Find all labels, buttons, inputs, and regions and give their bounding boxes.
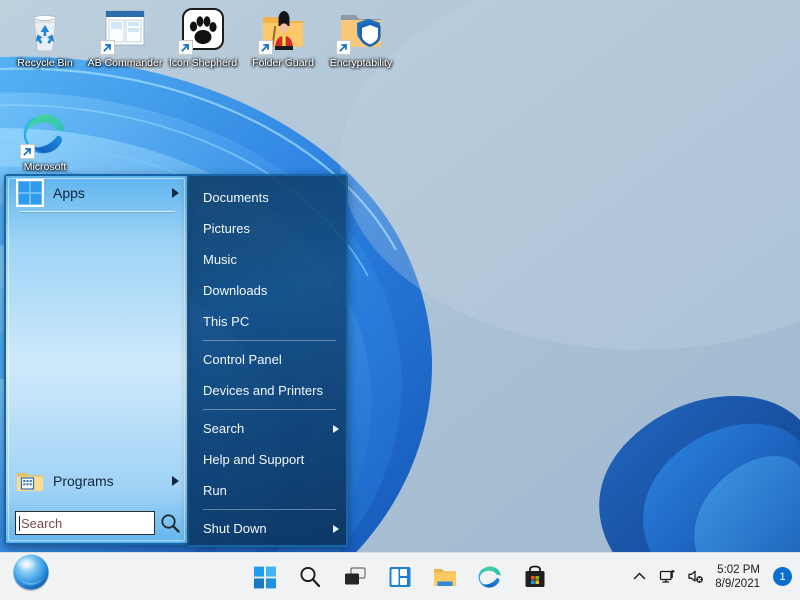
- desktop-icon-recycle-bin[interactable]: Recycle Bin: [4, 6, 86, 69]
- icon-shepherd-icon: [178, 6, 227, 55]
- start-menu-item-this-pc[interactable]: This PC: [189, 306, 346, 337]
- start-menu-item-pictures[interactable]: Pictures: [189, 213, 346, 244]
- start-menu-right-divider: [203, 409, 336, 410]
- desktop-icon-encryptability[interactable]: Encryptability: [320, 6, 402, 69]
- chevron-right-icon: [333, 524, 339, 533]
- desktop-icon-label: Encryptability: [329, 57, 393, 69]
- desktop-icon-label: Recycle Bin: [17, 57, 73, 69]
- start-menu-item-label: Programs: [53, 473, 114, 489]
- shortcut-overlay-icon: [100, 40, 115, 55]
- system-tray: 5:02 PM 8/9/2021 1: [631, 563, 792, 591]
- speaker-muted-icon[interactable]: [687, 568, 704, 585]
- chevron-right-icon: [172, 188, 179, 198]
- desktop-icon-folder-guard[interactable]: Folder Guard: [242, 6, 324, 69]
- start-menu-item-help-and-support[interactable]: Help and Support: [189, 444, 346, 475]
- chevron-right-icon: [172, 476, 179, 486]
- shortcut-overlay-icon: [178, 40, 193, 55]
- start-menu-item-label: Search: [203, 421, 245, 436]
- desktop-icon-microsoft-edge[interactable]: Microsoft: [4, 110, 86, 173]
- taskbar: 5:02 PM 8/9/2021 1: [0, 552, 800, 600]
- start-menu-search-input[interactable]: Search: [15, 511, 155, 535]
- start-menu-item-control-panel[interactable]: Control Panel: [189, 344, 346, 375]
- start-menu-right-pane: Documents Pictures Music Downloads This …: [189, 174, 348, 547]
- start-menu-programs-row: Programs: [6, 464, 187, 498]
- start-menu-item-label: Shut Down: [203, 521, 267, 536]
- taskbar-clock[interactable]: 5:02 PM 8/9/2021: [715, 563, 762, 591]
- search-placeholder: Search: [21, 515, 63, 531]
- desktop-icon-label: Microsoft: [23, 161, 67, 173]
- search-magnifier-icon[interactable]: [159, 512, 181, 534]
- folder-guard-icon: [258, 6, 307, 55]
- notification-badge[interactable]: 1: [773, 567, 792, 586]
- start-menu-item-label: Pictures: [203, 221, 250, 236]
- desktop-icon-label: Folder Guard: [252, 57, 314, 69]
- start-menu-item-apps[interactable]: Apps: [6, 176, 187, 210]
- apps-grid-icon: [16, 179, 44, 207]
- microsoft-store-button[interactable]: [522, 564, 548, 590]
- programs-folder-icon: [16, 467, 44, 495]
- edge-button[interactable]: [477, 564, 503, 590]
- start-menu-item-programs[interactable]: Programs: [6, 464, 187, 498]
- start-menu-item-label: Apps: [53, 185, 85, 201]
- start-button[interactable]: [252, 564, 278, 590]
- chevron-right-icon: [333, 424, 339, 433]
- search-button[interactable]: [297, 564, 323, 590]
- desktop-icon-icon-shepherd[interactable]: Icon Shepherd: [162, 6, 244, 69]
- start-menu-right-divider: [203, 340, 336, 341]
- start-menu-item-run[interactable]: Run: [189, 475, 346, 506]
- task-view-button[interactable]: [342, 564, 368, 590]
- desktop-icon-label: AB Commander: [87, 57, 163, 69]
- desktop-icon-label: Icon Shepherd: [168, 57, 238, 69]
- start-menu-item-search[interactable]: Search: [189, 413, 346, 444]
- start-menu: Apps Programs Search Documents Pictures …: [4, 174, 348, 548]
- start-menu-left-divider: [20, 211, 175, 212]
- start-menu-item-label: Devices and Printers: [203, 383, 323, 398]
- chevron-up-icon[interactable]: [631, 568, 648, 585]
- start-menu-item-label: Music: [203, 252, 237, 267]
- start-menu-left-pane: Apps Programs Search: [4, 174, 189, 545]
- network-monitor-icon[interactable]: [659, 568, 676, 585]
- file-explorer-button[interactable]: [432, 564, 458, 590]
- start-menu-right-divider: [203, 509, 336, 510]
- clock-time: 5:02 PM: [717, 563, 760, 576]
- desktop-icon-ab-commander[interactable]: AB Commander: [84, 6, 166, 69]
- start-menu-item-devices-and-printers[interactable]: Devices and Printers: [189, 375, 346, 406]
- start-menu-search-area: Search: [15, 511, 181, 535]
- start-menu-item-label: Run: [203, 483, 227, 498]
- microsoft-edge-icon: [20, 110, 69, 159]
- widgets-button[interactable]: [387, 564, 413, 590]
- text-caret: [19, 515, 20, 531]
- start-menu-item-downloads[interactable]: Downloads: [189, 275, 346, 306]
- start-menu-item-documents[interactable]: Documents: [189, 182, 346, 213]
- ab-commander-icon: [100, 6, 149, 55]
- start-orb[interactable]: [8, 549, 54, 595]
- start-menu-item-label: This PC: [203, 314, 250, 329]
- taskbar-buttons: [252, 564, 548, 590]
- start-menu-item-label: Control Panel: [203, 352, 282, 367]
- shortcut-overlay-icon: [258, 40, 273, 55]
- recycle-bin-icon: [21, 6, 69, 54]
- start-menu-item-label: Documents: [203, 190, 269, 205]
- clock-date: 8/9/2021: [715, 577, 760, 590]
- encryptability-icon: [336, 6, 385, 55]
- shortcut-overlay-icon: [336, 40, 351, 55]
- start-menu-item-label: Help and Support: [203, 452, 305, 467]
- shortcut-overlay-icon: [20, 144, 35, 159]
- start-menu-item-label: Downloads: [203, 283, 268, 298]
- start-menu-item-shut-down[interactable]: Shut Down: [189, 513, 346, 544]
- start-menu-item-music[interactable]: Music: [189, 244, 346, 275]
